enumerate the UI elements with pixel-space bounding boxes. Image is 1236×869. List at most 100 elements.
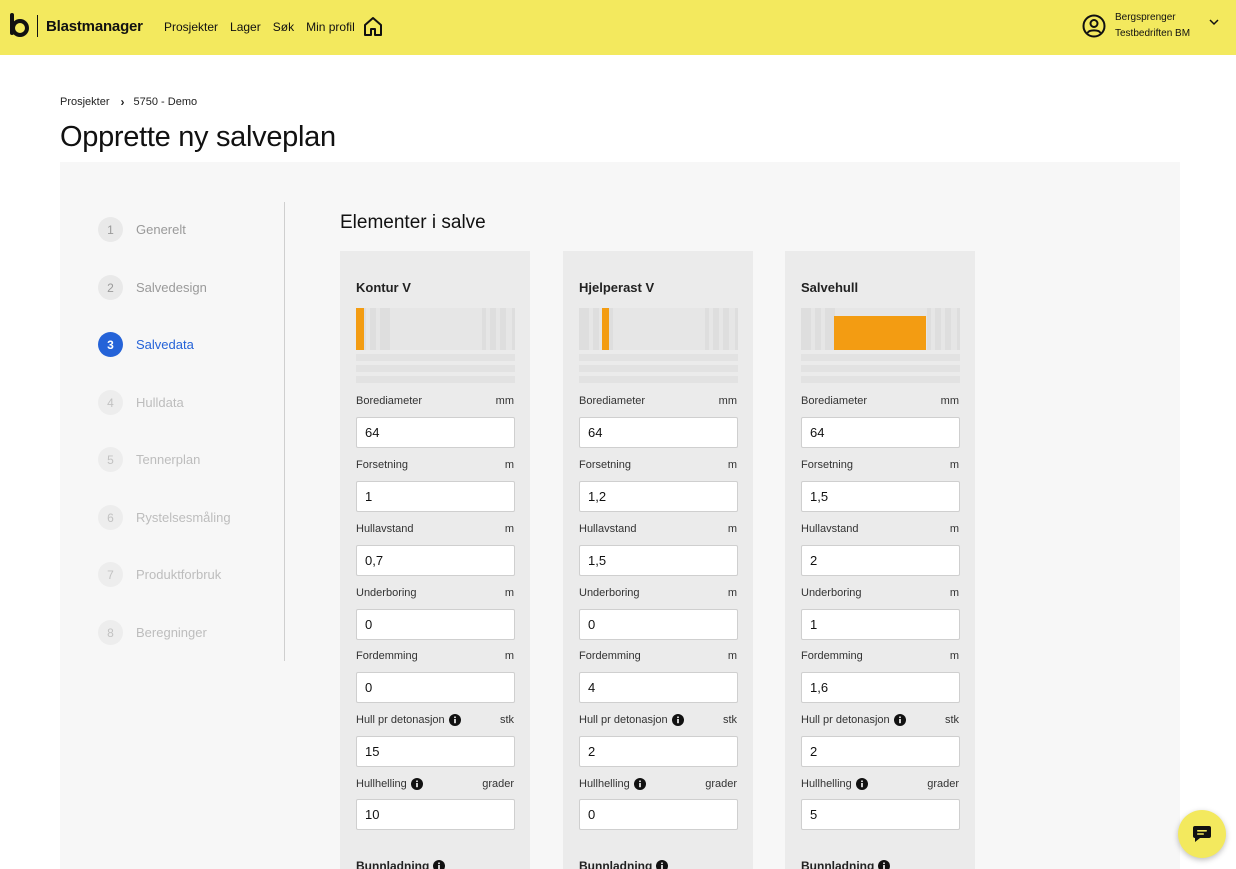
info-icon[interactable]	[410, 778, 423, 790]
label-hull-pr-detonasjon: Hull pr detonasjon	[356, 714, 461, 726]
step-generelt[interactable]: 1 Generelt	[98, 217, 186, 242]
step-beregninger[interactable]: 8 Beregninger	[98, 620, 207, 645]
info-icon[interactable]	[893, 714, 906, 726]
fordemming-input[interactable]	[356, 672, 515, 703]
fordemming-input[interactable]	[801, 672, 960, 703]
breadcrumb-current[interactable]: 5750 - Demo	[134, 96, 198, 108]
salve-diagram-salvehull	[801, 308, 960, 383]
step-rystelsesmaling[interactable]: 6 Rystelsesmåling	[98, 505, 231, 530]
underboring-input[interactable]	[356, 609, 515, 640]
nav-item-min-profil[interactable]: Min profil	[306, 20, 355, 34]
step-label: Beregninger	[136, 625, 207, 640]
label-text: Hull pr detonasjon	[356, 714, 445, 726]
user-circle-icon[interactable]	[1082, 14, 1106, 38]
top-bar: Blastmanager Prosjekter Lager Søk Min pr…	[0, 0, 1236, 55]
step-produktforbruk[interactable]: 7 Produktforbruk	[98, 562, 221, 587]
hullavstand-input[interactable]	[801, 545, 960, 576]
underboring-input[interactable]	[579, 609, 738, 640]
unit-grader: grader	[927, 778, 959, 790]
unit-m: m	[504, 587, 514, 599]
step-salvedata[interactable]: 3 Salvedata	[98, 332, 194, 357]
step-number: 8	[98, 620, 123, 645]
unit-m: m	[949, 523, 959, 535]
step-number: 6	[98, 505, 123, 530]
label-text: Hullhelling	[801, 778, 852, 790]
nav-item-lager[interactable]: Lager	[230, 20, 261, 34]
label-underboring: Underboring	[356, 587, 417, 599]
label-text: Bunnladning	[356, 859, 430, 869]
unit-mm: mm	[495, 395, 514, 407]
logo-divider	[37, 15, 38, 37]
unit-m: m	[504, 523, 514, 535]
user-name: Bergsprenger	[1115, 12, 1176, 23]
unit-m: m	[727, 523, 737, 535]
info-icon[interactable]	[671, 714, 684, 726]
unit-m: m	[727, 650, 737, 662]
label-forsetning: Forsetning	[356, 459, 408, 471]
main-panel: 1 Generelt 2 Salvedesign 3 Salvedata 4 H…	[60, 162, 1180, 869]
blastmanager-logo-icon[interactable]	[9, 13, 29, 37]
label-fordemming: Fordemming	[356, 650, 418, 662]
borediameter-input[interactable]	[356, 417, 515, 448]
chat-button[interactable]	[1178, 810, 1226, 858]
nav-item-prosjekter[interactable]: Prosjekter	[164, 20, 218, 34]
hullhelling-input[interactable]	[356, 799, 515, 830]
info-icon[interactable]	[433, 860, 446, 869]
underboring-input[interactable]	[801, 609, 960, 640]
label-hullhelling: Hullhelling	[579, 778, 646, 790]
info-icon[interactable]	[878, 860, 891, 869]
unit-stk: stk	[944, 714, 959, 726]
forsetning-input[interactable]	[801, 481, 960, 512]
step-number: 1	[98, 217, 123, 242]
step-tennerplan[interactable]: 5 Tennerplan	[98, 447, 200, 472]
hull-pr-detonasjon-input[interactable]	[579, 736, 738, 767]
label-text: Hullhelling	[356, 778, 407, 790]
card-title: Kontur V	[356, 280, 411, 295]
chevron-down-icon[interactable]	[1208, 16, 1220, 28]
unit-grader: grader	[705, 778, 737, 790]
section-title: Elementer i salve	[340, 212, 486, 233]
chevron-right-icon: ›	[120, 95, 125, 109]
label-hull-pr-detonasjon: Hull pr detonasjon	[801, 714, 906, 726]
salve-diagram-kontur	[356, 308, 515, 383]
step-label: Salvedesign	[136, 280, 207, 295]
step-number: 3	[98, 332, 123, 357]
hullavstand-input[interactable]	[356, 545, 515, 576]
step-label: Salvedata	[136, 337, 194, 352]
unit-stk: stk	[499, 714, 514, 726]
borediameter-input[interactable]	[579, 417, 738, 448]
hull-pr-detonasjon-input[interactable]	[356, 736, 515, 767]
breadcrumb-root[interactable]: Prosjekter	[60, 96, 110, 108]
step-salvedesign[interactable]: 2 Salvedesign	[98, 275, 207, 300]
hull-pr-detonasjon-input[interactable]	[801, 736, 960, 767]
forsetning-input[interactable]	[579, 481, 738, 512]
fordemming-input[interactable]	[579, 672, 738, 703]
unit-stk: stk	[722, 714, 737, 726]
element-card-hjelperast-v: Hjelperast V Borediameter mm Forsetning …	[563, 251, 753, 869]
info-icon[interactable]	[448, 714, 461, 726]
unit-m: m	[504, 459, 514, 471]
step-hulldata[interactable]: 4 Hulldata	[98, 390, 184, 415]
borediameter-input[interactable]	[801, 417, 960, 448]
home-icon[interactable]	[362, 15, 384, 37]
app-name[interactable]: Blastmanager	[46, 18, 143, 35]
hullhelling-input[interactable]	[801, 799, 960, 830]
unit-m: m	[504, 650, 514, 662]
label-borediameter: Borediameter	[579, 395, 646, 407]
label-fordemming: Fordemming	[801, 650, 863, 662]
label-bunnladning: Bunnladning	[579, 859, 669, 869]
step-label: Hulldata	[136, 395, 184, 410]
label-hullavstand: Hullavstand	[579, 523, 637, 535]
forsetning-input[interactable]	[356, 481, 515, 512]
nav-item-sok[interactable]: Søk	[273, 20, 294, 34]
label-text: Hullhelling	[579, 778, 630, 790]
hullhelling-input[interactable]	[579, 799, 738, 830]
unit-mm: mm	[940, 395, 959, 407]
info-icon[interactable]	[855, 778, 868, 790]
unit-m: m	[949, 650, 959, 662]
main-nav: Prosjekter Lager Søk Min profil	[164, 20, 355, 34]
hullavstand-input[interactable]	[579, 545, 738, 576]
info-icon[interactable]	[656, 860, 669, 869]
info-icon[interactable]	[633, 778, 646, 790]
step-label: Produktforbruk	[136, 567, 222, 582]
